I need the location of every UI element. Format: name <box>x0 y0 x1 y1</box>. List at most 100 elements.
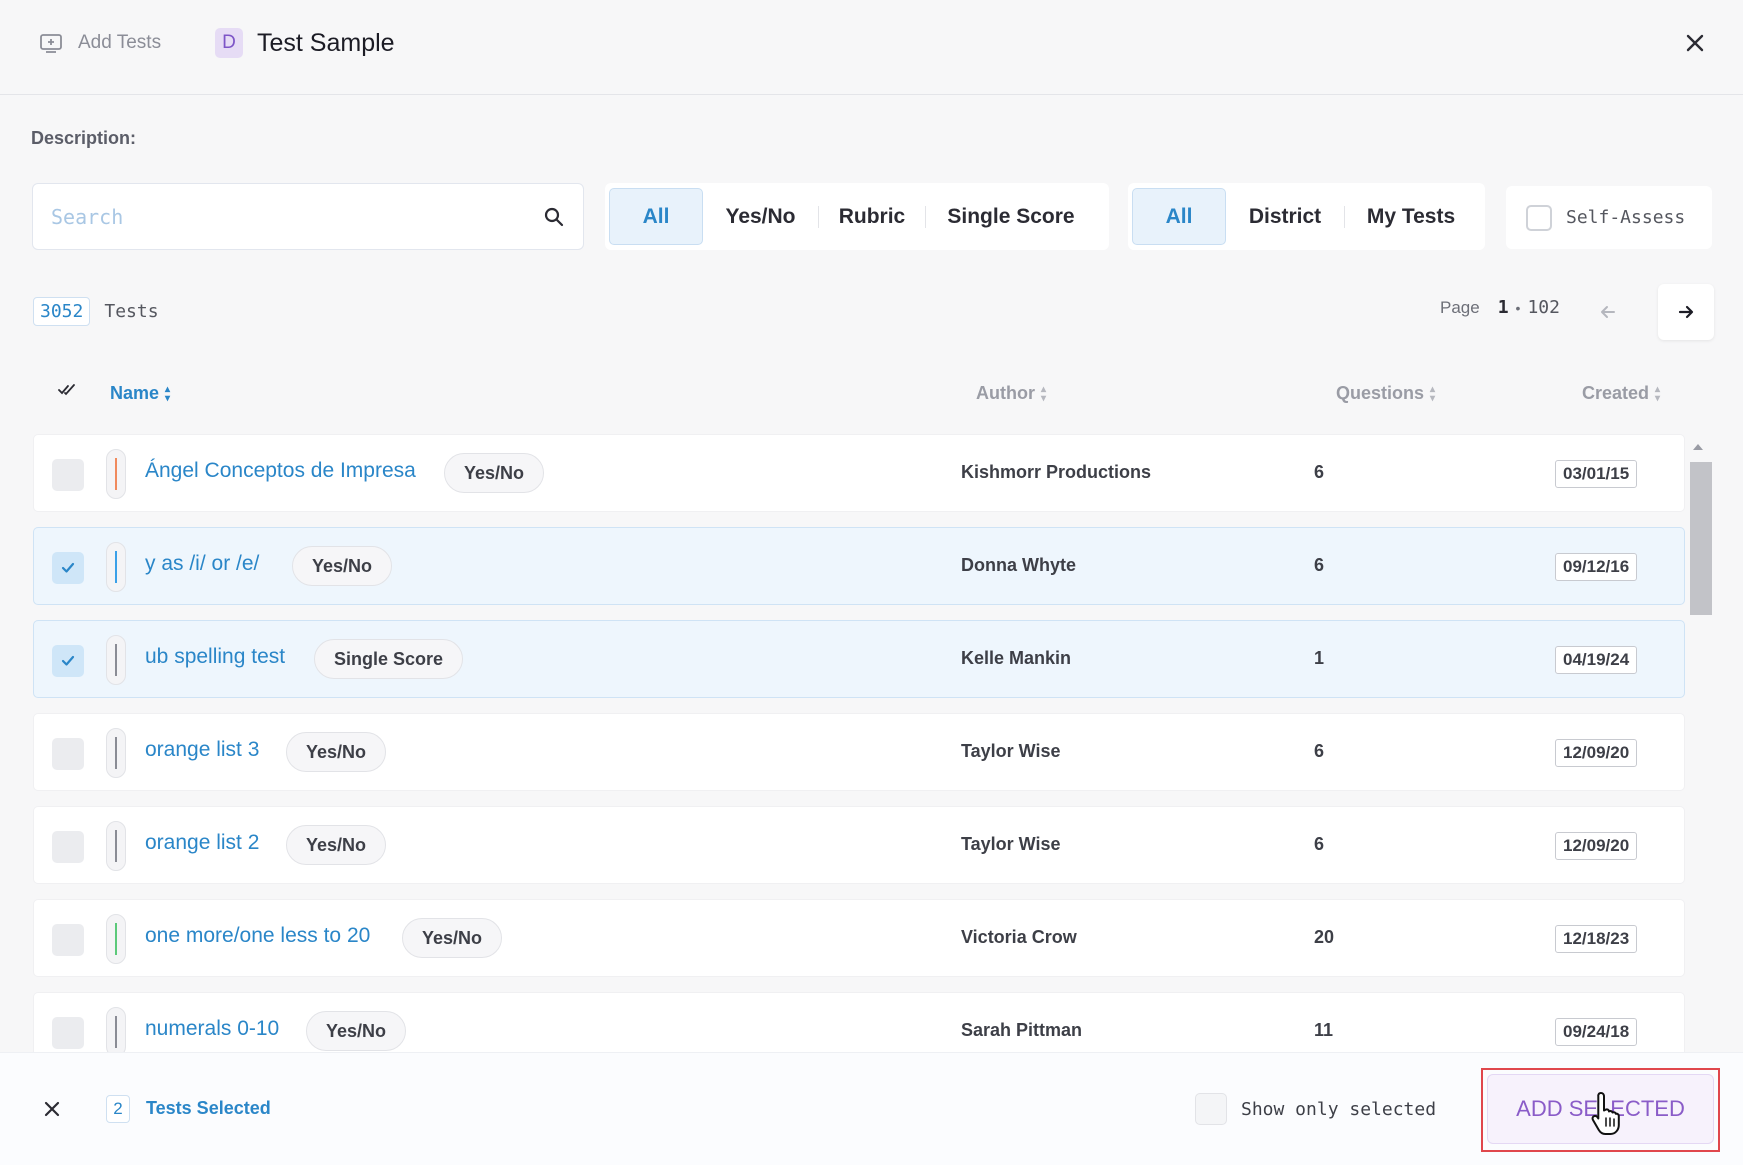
add-tests-breadcrumb[interactable]: Add Tests <box>38 30 161 56</box>
test-questions: 6 <box>1314 834 1325 854</box>
test-created-date: 09/12/16 <box>1555 553 1638 581</box>
test-type-tag: Yes/No <box>286 825 387 865</box>
test-questions: 6 <box>1314 741 1325 761</box>
sort-icon: ▴ ▾ <box>1655 383 1661 404</box>
row-checkbox[interactable] <box>52 1017 84 1049</box>
search-input[interactable] <box>51 202 531 232</box>
self-assess-toggle[interactable]: Self-Assess <box>1506 186 1712 249</box>
test-author: Kishmorr Productions <box>961 462 1152 482</box>
test-questions: 6 <box>1314 462 1325 482</box>
add-tests-icon <box>38 30 64 56</box>
selection-footer: 2 Tests Selected Show only selected ADD … <box>0 1052 1743 1165</box>
table-row[interactable]: ub spelling test Single Score Kelle Mank… <box>33 620 1685 698</box>
test-created-date: 12/09/20 <box>1555 832 1638 860</box>
source-filter-all[interactable]: All <box>1132 188 1226 245</box>
show-only-selected-toggle[interactable]: Show only selected <box>1195 1093 1436 1125</box>
check-icon <box>61 655 75 666</box>
row-checkbox[interactable] <box>52 738 84 770</box>
prev-page-button[interactable] <box>1580 284 1636 340</box>
test-type-tag: Yes/No <box>402 918 503 958</box>
select-all-icon[interactable] <box>58 383 76 401</box>
clear-selection-icon[interactable] <box>38 1095 66 1123</box>
sort-icon: ▴ ▾ <box>165 383 171 404</box>
color-bar <box>106 728 126 778</box>
test-created-date: 12/09/20 <box>1555 739 1638 767</box>
description-label: Description: <box>31 128 137 148</box>
row-checkbox[interactable] <box>52 552 84 584</box>
sort-icon: ▴ ▾ <box>1040 383 1047 404</box>
page-label: Page <box>1440 297 1480 317</box>
close-icon[interactable] <box>1680 28 1710 58</box>
color-bar <box>106 449 126 499</box>
test-count: 3052 Tests <box>33 297 159 326</box>
page-separator: • <box>1515 299 1521 316</box>
type-filter-yes-no[interactable]: Yes/No <box>703 188 818 245</box>
test-name-link[interactable]: orange list 2 <box>145 831 259 855</box>
self-assess-checkbox[interactable] <box>1526 204 1552 231</box>
row-checkbox[interactable] <box>52 831 84 863</box>
scrollbar-thumb[interactable] <box>1690 462 1712 615</box>
test-author: Sarah Pittman <box>961 1020 1083 1040</box>
modal-header: Add Tests D Test Sample <box>0 0 1743 95</box>
pagination: Page 1 • 102 <box>1440 297 1560 318</box>
source-filter-my-tests[interactable]: My Tests <box>1345 188 1477 245</box>
search-icon[interactable] <box>543 206 565 233</box>
table-row[interactable]: orange list 2 Yes/No Taylor Wise 6 12/09… <box>33 806 1685 884</box>
source-filter: All District My Tests <box>1128 183 1485 250</box>
test-questions: 11 <box>1314 1020 1334 1040</box>
row-checkbox[interactable] <box>52 459 84 491</box>
source-filter-district[interactable]: District <box>1226 188 1344 245</box>
test-author: Kelle Mankin <box>961 648 1072 668</box>
table-row[interactable]: orange list 3 Yes/No Taylor Wise 6 12/09… <box>33 713 1685 791</box>
column-header-author[interactable]: Author ▴ ▾ <box>976 383 1046 404</box>
test-questions: 1 <box>1314 648 1325 668</box>
test-questions: 20 <box>1314 927 1335 947</box>
show-only-selected-label: Show only selected <box>1241 1098 1437 1120</box>
test-name-link[interactable]: numerals 0-10 <box>145 1017 279 1041</box>
test-created-date: 12/18/23 <box>1555 925 1638 953</box>
test-created-date: 03/01/15 <box>1555 460 1638 488</box>
selected-count: 2 <box>106 1095 130 1123</box>
test-name-link[interactable]: Ángel Conceptos de Impresa <box>145 459 416 483</box>
test-count-value: 3052 <box>33 297 91 326</box>
scroll-up-arrow[interactable] <box>1690 440 1706 454</box>
test-type-tag: Yes/No <box>306 1011 407 1051</box>
type-filter-single-score[interactable]: Single Score <box>926 188 1096 245</box>
test-type-tag: Yes/No <box>292 546 393 586</box>
test-author: Taylor Wise <box>961 741 1061 761</box>
show-only-selected-checkbox[interactable] <box>1195 1093 1227 1125</box>
column-header-created[interactable]: Created ▴ ▾ <box>1582 383 1660 404</box>
test-name-link[interactable]: y as /i/ or /e/ <box>145 552 259 576</box>
column-header-name[interactable]: Name ▴ ▾ <box>110 383 170 404</box>
row-checkbox[interactable] <box>52 924 84 956</box>
test-name-link[interactable]: orange list 3 <box>145 738 259 762</box>
table-row[interactable]: one more/one less to 20 Yes/No Victoria … <box>33 899 1685 977</box>
caret-up-icon <box>1693 444 1703 450</box>
next-page-button[interactable] <box>1658 284 1714 340</box>
color-bar <box>106 542 126 592</box>
test-count-label: Tests <box>104 301 159 322</box>
column-header-questions[interactable]: Questions ▴ ▾ <box>1336 383 1435 404</box>
color-bar <box>106 635 126 685</box>
hand-cursor-icon <box>1591 1092 1620 1135</box>
table-row[interactable]: numerals 0-10 Yes/No Sarah Pittman 11 09… <box>33 992 1685 1052</box>
row-checkbox[interactable] <box>52 645 84 677</box>
type-filter: All Yes/No Rubric Single Score <box>605 183 1109 250</box>
test-author: Taylor Wise <box>961 834 1061 854</box>
type-filter-rubric[interactable]: Rubric <box>819 188 925 245</box>
test-author: Victoria Crow <box>961 927 1077 947</box>
table-row[interactable]: y as /i/ or /e/ Yes/No Donna Whyte 6 09/… <box>33 527 1685 605</box>
self-assess-label: Self-Assess <box>1566 207 1686 228</box>
test-type-tag: Single Score <box>314 639 464 679</box>
test-type-badge: D <box>215 28 243 58</box>
test-type-tag: Yes/No <box>286 732 387 772</box>
test-questions: 6 <box>1314 555 1325 575</box>
test-created-date: 09/24/18 <box>1555 1018 1638 1046</box>
arrow-left-icon <box>1601 306 1615 318</box>
test-name-link[interactable]: ub spelling test <box>145 645 285 669</box>
total-pages: 102 <box>1527 297 1560 318</box>
test-name-link[interactable]: one more/one less to 20 <box>145 924 370 948</box>
table-row[interactable]: Ángel Conceptos de Impresa Yes/No Kishmo… <box>33 434 1685 512</box>
page-title: Test Sample <box>257 28 395 57</box>
type-filter-all[interactable]: All <box>609 188 703 245</box>
